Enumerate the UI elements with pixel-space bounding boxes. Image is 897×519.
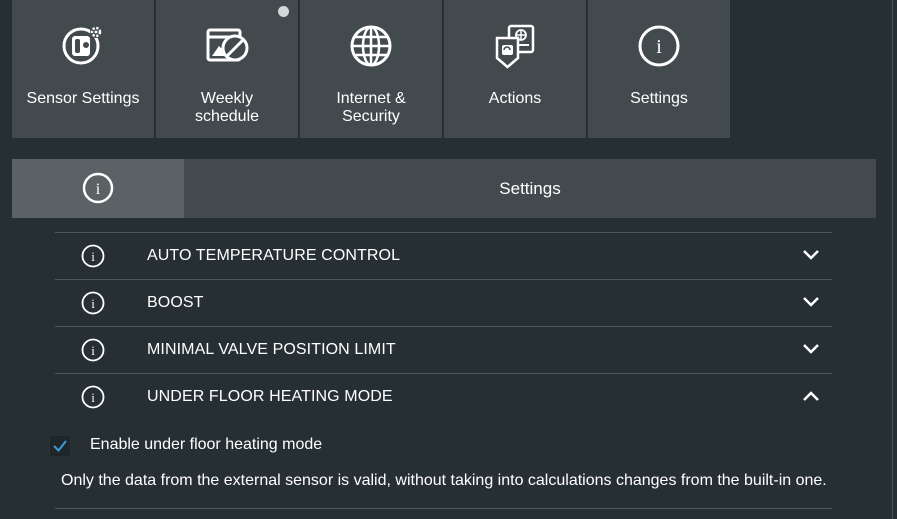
chevron-up-icon[interactable] bbox=[802, 389, 820, 408]
check-icon bbox=[53, 440, 67, 453]
window-edge bbox=[892, 0, 893, 519]
chevron-down-icon[interactable] bbox=[802, 342, 820, 361]
enable-underfloor-checkbox[interactable] bbox=[49, 435, 71, 457]
enable-underfloor-label[interactable]: Enable under floor heating mode bbox=[90, 436, 322, 454]
section-title: Settings bbox=[499, 179, 561, 198]
tile-label: Weekly schedule bbox=[194, 90, 260, 125]
accordion-item-boost[interactable]: i BOOST bbox=[55, 279, 832, 326]
chevron-down-icon[interactable] bbox=[802, 295, 820, 314]
tile-label: Actions bbox=[488, 90, 542, 107]
tile-settings[interactable]: i Settings bbox=[588, 0, 730, 138]
chevron-down-icon[interactable] bbox=[802, 248, 820, 267]
tile-sensor-settings[interactable]: Sensor Settings bbox=[12, 0, 154, 138]
tile-weekly-schedule[interactable]: Weekly schedule bbox=[156, 0, 298, 138]
settings-section-header: i Settings bbox=[12, 159, 876, 218]
svg-text:i: i bbox=[91, 390, 95, 405]
info-icon[interactable]: i bbox=[81, 338, 105, 367]
svg-text:i: i bbox=[656, 36, 662, 58]
accordion-label: AUTO TEMPERATURE CONTROL bbox=[147, 247, 401, 264]
actions-icon bbox=[492, 24, 538, 75]
svg-text:i: i bbox=[96, 181, 101, 198]
accordion-label: MINIMAL VALVE POSITION LIMIT bbox=[147, 341, 396, 358]
accordion-item-under-floor-heating-mode[interactable]: i UNDER FLOOR HEATING MODE bbox=[55, 373, 832, 420]
accordion-item-auto-temperature-control[interactable]: i AUTO TEMPERATURE CONTROL bbox=[55, 232, 832, 279]
sensor-settings-icon bbox=[62, 24, 104, 71]
tile-label: Internet & Security bbox=[336, 90, 406, 125]
info-icon[interactable]: i bbox=[81, 244, 105, 273]
info-icon[interactable]: i bbox=[81, 385, 105, 414]
tile-actions[interactable]: Actions bbox=[444, 0, 586, 138]
info-icon: i bbox=[82, 172, 114, 204]
svg-text:i: i bbox=[91, 343, 95, 358]
info-icon: i bbox=[637, 24, 681, 73]
notification-dot bbox=[278, 6, 289, 17]
svg-text:i: i bbox=[91, 296, 95, 311]
svg-text:i: i bbox=[91, 249, 95, 264]
underfloor-description: Only the data from the external sensor i… bbox=[61, 472, 827, 489]
section-icon-box: i bbox=[12, 159, 184, 218]
settings-accordion: i AUTO TEMPERATURE CONTROL i BOOST i MIN… bbox=[55, 232, 832, 420]
tile-label: Settings bbox=[630, 90, 688, 107]
accordion-label: UNDER FLOOR HEATING MODE bbox=[147, 388, 393, 405]
accordion-item-minimal-valve-position-limit[interactable]: i MINIMAL VALVE POSITION LIMIT bbox=[55, 326, 832, 373]
weekly-schedule-off-icon bbox=[205, 24, 249, 71]
tile-internet-security[interactable]: Internet & Security bbox=[300, 0, 442, 138]
tile-label: Sensor Settings bbox=[26, 90, 140, 107]
globe-icon bbox=[349, 24, 393, 73]
info-icon[interactable]: i bbox=[81, 291, 105, 320]
accordion-label: BOOST bbox=[147, 294, 204, 311]
divider bbox=[55, 508, 832, 509]
